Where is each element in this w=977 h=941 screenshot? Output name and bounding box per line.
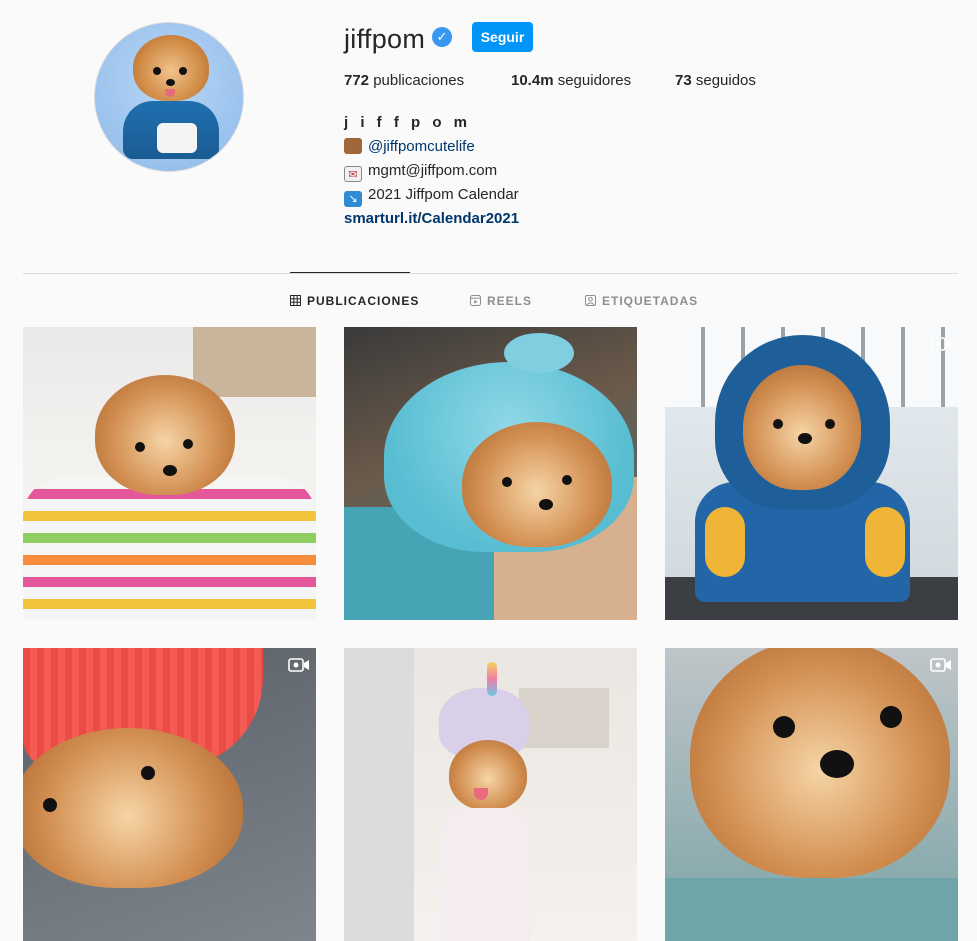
post-thumbnail[interactable]: [665, 648, 958, 941]
video-icon: [930, 337, 951, 351]
post-dog: [449, 740, 527, 810]
reels-icon: [470, 295, 481, 306]
grid-icon: [290, 295, 301, 306]
post-background-shelf: [193, 327, 316, 397]
verified-badge-icon: ✓: [432, 27, 452, 47]
unicorn-horn: [487, 662, 497, 696]
post-chair: [344, 648, 414, 941]
dog-nose: [798, 433, 812, 444]
hoodie-sleeve: [865, 507, 905, 577]
envelope-emoji-icon: ✉: [344, 166, 362, 182]
dog-eye: [183, 439, 193, 449]
video-icon: [930, 658, 951, 672]
avatar-eye: [153, 67, 161, 75]
bio-external-link[interactable]: smarturl.it/Calendar2021: [344, 210, 519, 227]
posts-count: 772: [344, 72, 370, 89]
posts-label: publicaciones: [369, 72, 465, 89]
hat-pompom: [504, 333, 574, 373]
tabs-divider: [23, 273, 958, 274]
tab-label: PUBLICACIONES: [307, 294, 420, 308]
following-label[interactable]: seguidos: [692, 72, 756, 89]
follow-button[interactable]: Seguir: [472, 22, 533, 52]
followers-label[interactable]: seguidores: [554, 72, 631, 89]
bio-line-mention: @jiffpomcutelife: [344, 138, 475, 155]
tab-label: REELS: [487, 294, 533, 308]
following-count[interactable]: 73: [675, 72, 692, 89]
tab-etiquetadas[interactable]: ETIQUETADAS: [585, 294, 698, 308]
bio-calendar-text: 2021 Jiffpom Calendar: [368, 186, 519, 203]
post-thumbnail[interactable]: [665, 327, 958, 620]
video-icon: [288, 658, 309, 672]
dog-shirt: [665, 878, 958, 941]
tab-label: ETIQUETADAS: [602, 294, 699, 308]
dog-nose: [820, 750, 854, 778]
dog-eye: [880, 706, 902, 728]
dog-eye: [502, 477, 512, 487]
tab-publicaciones[interactable]: PUBLICACIONES: [290, 294, 419, 308]
dog-nose: [163, 465, 177, 476]
dog-eye: [141, 766, 155, 780]
avatar-nose: [166, 79, 175, 86]
avatar-eye: [179, 67, 187, 75]
dog-eye: [773, 716, 795, 738]
arrow-emoji-icon: ↘: [344, 191, 362, 207]
post-dog: [743, 365, 861, 490]
bio-line-email: ✉ mgmt@jiffpom.com: [344, 162, 497, 182]
bio-line-calendar: ↘ 2021 Jiffpom Calendar: [344, 186, 519, 207]
active-tab-indicator: [290, 272, 410, 273]
bear-emoji-icon: [344, 138, 362, 154]
dog-eye: [773, 419, 783, 429]
dog-nose: [539, 499, 553, 510]
post-thumbnail[interactable]: [344, 648, 637, 941]
dog-eye: [43, 798, 57, 812]
followers-count[interactable]: 10.4m: [511, 72, 554, 89]
post-dog: [462, 422, 612, 547]
bio-full-name: j i f f p o m: [344, 114, 471, 131]
profile-username: jiffpom: [344, 24, 426, 54]
post-thumbnail[interactable]: [23, 648, 316, 941]
hoodie-sleeve: [705, 507, 745, 577]
followers-stat[interactable]: 10.4m seguidores: [511, 72, 631, 89]
post-dog: [95, 375, 235, 495]
dog-shirt: [440, 808, 530, 941]
dog-eye: [135, 442, 145, 452]
bio-email: mgmt@jiffpom.com: [368, 162, 498, 179]
dog-eye: [825, 419, 835, 429]
following-stat[interactable]: 73 seguidos: [675, 72, 756, 89]
striped-pet-bed: [23, 477, 316, 620]
tagged-icon: [585, 295, 596, 306]
tab-reels[interactable]: REELS: [470, 294, 532, 308]
profile-avatar[interactable]: [94, 22, 244, 172]
dog-eye: [562, 475, 572, 485]
avatar-dog-body: [123, 101, 219, 159]
mention-link[interactable]: @jiffpomcutelife: [368, 138, 475, 155]
post-thumbnail[interactable]: [344, 327, 637, 620]
posts-count-stat: 772 publicaciones: [344, 72, 464, 89]
post-thumbnail[interactable]: [23, 327, 316, 620]
post-background-frame: [519, 688, 609, 748]
